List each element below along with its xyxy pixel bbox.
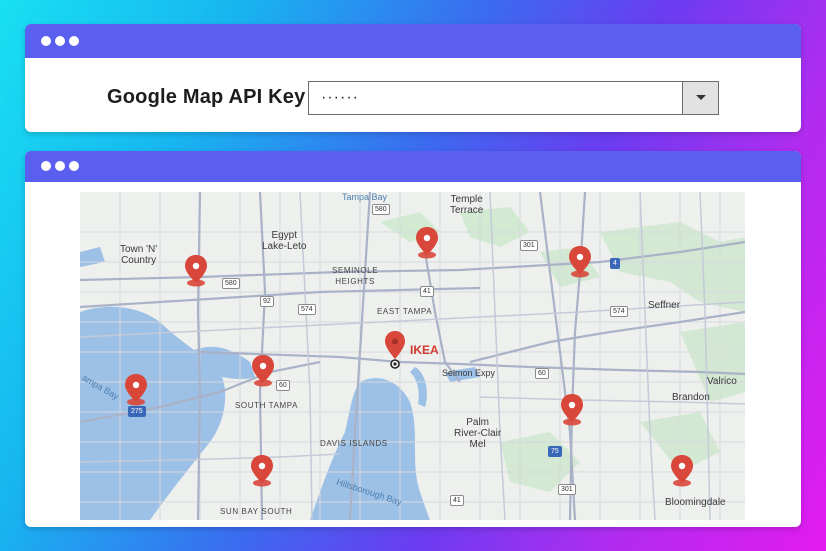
road-shield: 574	[610, 306, 628, 317]
map-pin-icon[interactable]	[184, 255, 208, 287]
map-pin-icon[interactable]	[250, 455, 274, 487]
api-key-label: Google Map API Key	[107, 86, 306, 108]
settings-window: Google Map API Key ······	[25, 24, 801, 132]
map-pin-icon[interactable]	[251, 355, 275, 387]
map-label-palm-river-clair-mel: Palm River-Clair Mel	[454, 417, 502, 450]
road-shield: 301	[558, 484, 576, 495]
window-controls	[41, 36, 79, 46]
road-shield: 574	[298, 304, 316, 315]
map-pin-icon[interactable]	[560, 394, 584, 426]
road-shield: 92	[260, 296, 274, 307]
map-pin-icon[interactable]	[124, 374, 148, 406]
road-shield: 580	[372, 204, 390, 215]
map-label-ikea: IKEA	[410, 343, 439, 357]
map-label-temple-terrace: Temple Terrace	[450, 194, 484, 216]
window-titlebar	[25, 24, 801, 58]
map-label-tampa-bay: Tampa Bay	[342, 192, 388, 202]
window-controls	[41, 161, 79, 171]
window-dot-icon[interactable]	[55, 161, 65, 171]
road-shield: 60	[535, 368, 549, 379]
map-pin-icon[interactable]	[415, 227, 439, 259]
map-label-sun-bay-south: SUN BAY SOUTH	[220, 507, 293, 516]
map-label-east-tampa: EAST TAMPA	[377, 307, 433, 316]
map-label-davis-islands: DAVIS ISLANDS	[320, 439, 388, 448]
road-shield: 75	[548, 446, 562, 457]
window-dot-icon[interactable]	[55, 36, 65, 46]
map-label-town-n-country: Town 'N' Country	[120, 244, 158, 266]
road-shield: 275	[128, 406, 146, 417]
window-dot-icon[interactable]	[41, 36, 51, 46]
google-map[interactable]: Tampa Bay Temple Terrace Town 'N' Countr…	[80, 192, 745, 520]
road-shield: 4	[610, 258, 620, 269]
api-key-value: ······	[321, 89, 359, 106]
window-dot-icon[interactable]	[69, 161, 79, 171]
map-label-south-tampa: SOUTH TAMPA	[235, 401, 299, 410]
map-label-seminole-heights: SEMINOLE HEIGHTS	[332, 266, 379, 286]
map-pin-icon[interactable]	[568, 246, 592, 278]
map-pin-icon[interactable]	[670, 455, 694, 487]
road-shield: 301	[520, 240, 538, 251]
road-shield: 41	[420, 286, 434, 297]
map-label-egypt-lake-leto: Egypt Lake-Leto	[262, 230, 307, 252]
dropdown-arrow-icon[interactable]	[682, 82, 718, 114]
window-dot-icon[interactable]	[69, 36, 79, 46]
road-shield: 60	[276, 380, 290, 391]
api-key-input[interactable]: ······	[308, 81, 719, 115]
map-label-bloomingdale: Bloomingdale	[665, 497, 726, 508]
map-label-valrico: Valrico	[707, 376, 737, 387]
road-shield: 41	[450, 495, 464, 506]
map-label-selmon-expy: Selmon Expy	[442, 368, 496, 378]
window-titlebar	[25, 151, 801, 182]
ikea-pin-icon[interactable]	[384, 331, 406, 369]
map-window: Tampa Bay Temple Terrace Town 'N' Countr…	[25, 151, 801, 527]
map-label-brandon: Brandon	[672, 392, 710, 403]
road-shield: 580	[222, 278, 240, 289]
map-label-seffner: Seffner	[648, 300, 681, 311]
window-dot-icon[interactable]	[41, 161, 51, 171]
